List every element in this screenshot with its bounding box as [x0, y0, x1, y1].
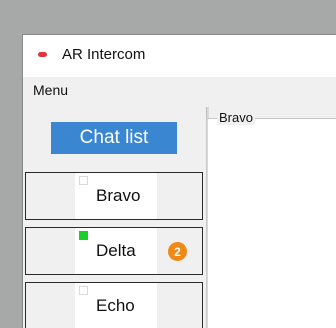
title-bar[interactable]: AR Intercom: [23, 35, 336, 77]
window-title: AR Intercom: [62, 46, 146, 63]
status-indicator-icon: [79, 176, 88, 185]
chat-item-delta[interactable]: Delta 2: [25, 227, 203, 275]
chat-item-echo[interactable]: Echo: [25, 282, 203, 328]
unread-count-badge: 2: [168, 242, 187, 261]
menu-item-menu[interactable]: Menu: [33, 82, 68, 98]
app-icon: [38, 52, 47, 57]
chat-groupbox-label: Bravo: [217, 110, 255, 125]
online-status-icon: [79, 231, 88, 240]
chat-item-bravo[interactable]: Bravo: [25, 172, 203, 220]
chat-groupbox: [206, 118, 336, 328]
chat-list-button[interactable]: Chat list: [51, 122, 177, 154]
app-window: AR Intercom Menu Chat list Bravo Delta 2…: [22, 34, 336, 328]
chat-item-name: Bravo: [96, 186, 141, 205]
chat-item-name: Delta: [96, 241, 136, 260]
menu-bar: Menu: [23, 77, 336, 103]
status-indicator-icon: [79, 286, 88, 295]
chat-item-name: Echo: [96, 296, 135, 315]
